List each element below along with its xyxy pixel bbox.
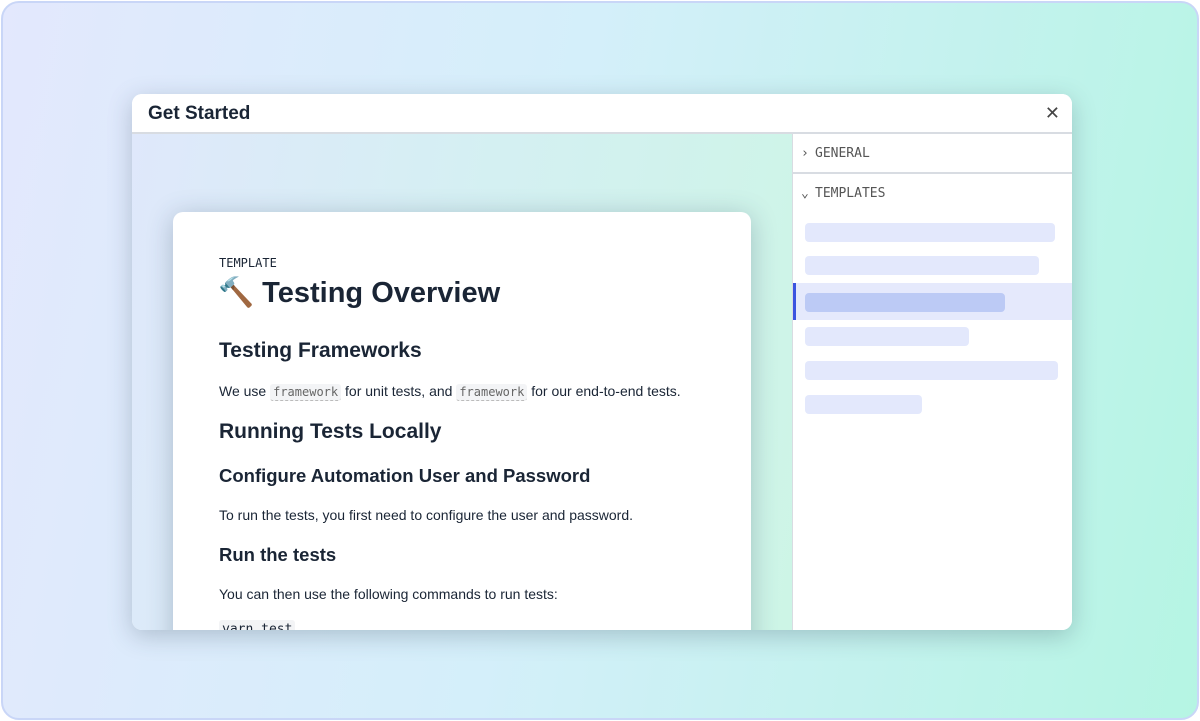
configure-paragraph: To run the tests, you first need to conf…	[219, 507, 634, 523]
modal-header: Get Started ✕	[132, 94, 1072, 134]
template-item[interactable]	[805, 223, 1055, 242]
text: We use	[219, 383, 267, 399]
heading-running-tests: Running Tests Locally	[219, 420, 442, 443]
section-label: GENERAL	[815, 146, 870, 161]
template-item[interactable]	[805, 361, 1058, 380]
text: for unit tests, and	[345, 383, 453, 399]
frameworks-paragraph: We use framework for unit tests, and fra…	[219, 383, 681, 401]
document-title-text: Testing Overview	[262, 277, 501, 309]
template-item[interactable]	[805, 256, 1039, 275]
close-icon[interactable]: ✕	[1045, 103, 1060, 123]
hammer-icon: 🔨	[218, 277, 255, 309]
sidebar: › GENERAL ⌄ TEMPLATES	[792, 134, 1072, 630]
heading-configure: Configure Automation User and Password	[219, 465, 591, 486]
chevron-right-icon: ›	[801, 146, 809, 161]
heading-run-tests: Run the tests	[219, 544, 337, 565]
chevron-down-icon: ⌄	[801, 186, 809, 201]
inline-code: framework	[270, 384, 342, 401]
heading-testing-frameworks: Testing Frameworks	[219, 339, 422, 362]
template-preview-card: TEMPLATE 🔨 Testing Overview Testing Fram…	[173, 212, 751, 630]
preview-pane: TEMPLATE 🔨 Testing Overview Testing Fram…	[132, 134, 792, 630]
section-label: TEMPLATES	[815, 186, 886, 201]
modal-title: Get Started	[148, 103, 251, 124]
get-started-modal: Get Started ✕ TEMPLATE 🔨 Testing Overvie…	[132, 94, 1072, 630]
template-item[interactable]	[805, 327, 969, 346]
template-item-selected-bar	[805, 293, 1005, 312]
document-title: 🔨 Testing Overview	[218, 276, 500, 310]
template-label: TEMPLATE	[219, 256, 277, 270]
run-paragraph: You can then use the following commands …	[219, 586, 558, 602]
background-frame: Get Started ✕ TEMPLATE 🔨 Testing Overvie…	[1, 1, 1199, 720]
section-general[interactable]: › GENERAL	[793, 134, 1072, 174]
command-code: yarn test	[219, 620, 296, 630]
template-item[interactable]	[805, 395, 922, 414]
text: for our end-to-end tests.	[531, 383, 681, 399]
inline-code: framework	[456, 384, 528, 401]
section-templates[interactable]: ⌄ TEMPLATES	[793, 174, 1072, 214]
